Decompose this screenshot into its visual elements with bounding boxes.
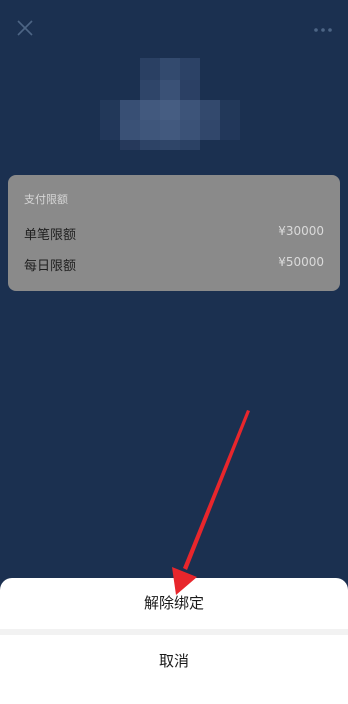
unbind-button[interactable]: 解除绑定 xyxy=(0,578,348,629)
more-dots-icon[interactable] xyxy=(311,22,335,36)
payment-limit-card: 支付限额 单笔限额 ¥30000 每日限额 ¥50000 xyxy=(8,175,340,291)
daily-limit-value: ¥50000 xyxy=(278,255,324,269)
daily-limit-label: 每日限额 xyxy=(24,259,77,274)
action-sheet: 解除绑定 取消 xyxy=(0,578,348,704)
close-icon[interactable] xyxy=(15,18,35,38)
limit-card-title: 支付限额 xyxy=(24,193,68,206)
cancel-button[interactable]: 取消 xyxy=(0,635,348,687)
bank-card-detail-screen: 支付限额 单笔限额 ¥30000 每日限额 ¥50000 解除绑定 取消 xyxy=(0,0,348,704)
single-limit-label: 单笔限额 xyxy=(24,228,77,243)
bank-logo xyxy=(98,58,240,150)
single-limit-value: ¥30000 xyxy=(278,224,324,238)
